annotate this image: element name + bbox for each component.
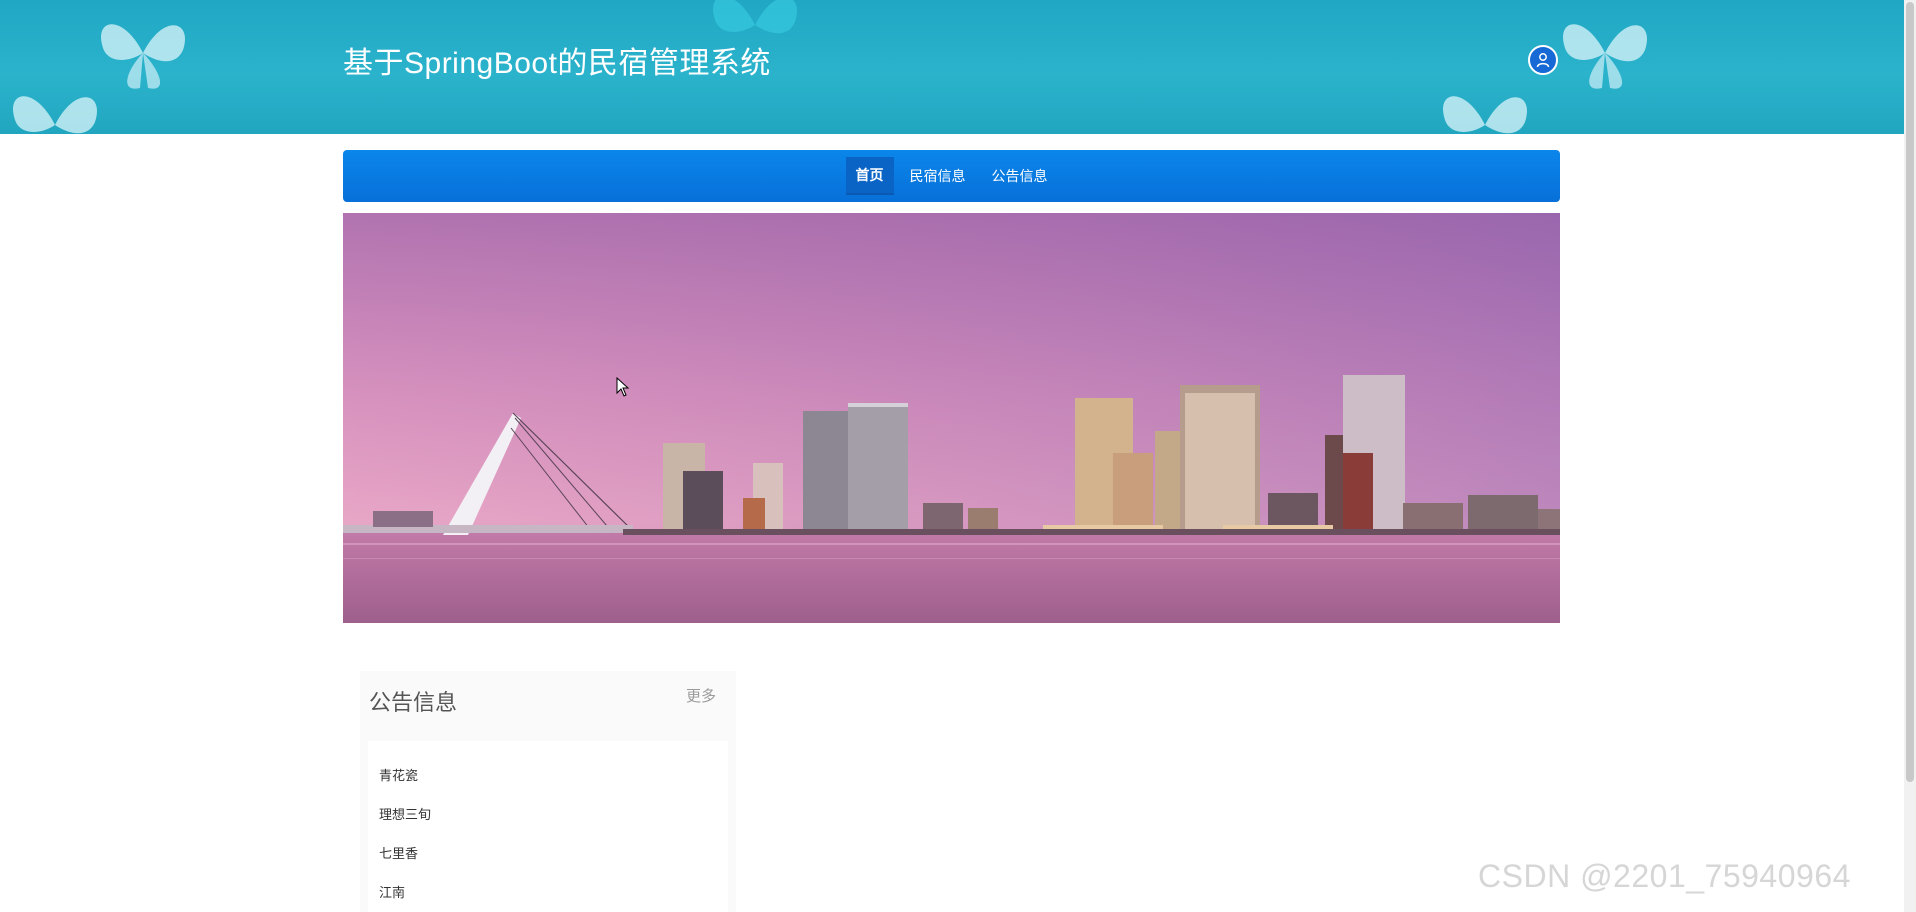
- city-skyline-banner-image: [343, 213, 1560, 623]
- notice-list-item[interactable]: 七里香: [379, 843, 418, 862]
- nav-item-notice-info[interactable]: 公告信息: [982, 158, 1058, 194]
- site-header: 基于SpringBoot的民宿管理系统: [0, 0, 1904, 134]
- notice-list-item[interactable]: 江南: [379, 882, 405, 901]
- scrollbar-thumb[interactable]: [1906, 2, 1914, 782]
- nav-item-home[interactable]: 首页: [845, 157, 894, 195]
- page-scrollbar[interactable]: [1904, 0, 1916, 912]
- notice-panel: 公告信息 更多 青花瓷 理想三旬 七里香 江南: [360, 671, 736, 912]
- notice-more-link[interactable]: 更多: [686, 685, 716, 706]
- mouse-cursor-icon: [616, 377, 630, 397]
- butterfly-decoration-icon: [13, 96, 97, 134]
- nav-item-homestay-info[interactable]: 民宿信息: [900, 158, 976, 194]
- user-avatar-icon[interactable]: [1528, 45, 1558, 75]
- notice-panel-title: 公告信息: [369, 690, 458, 715]
- site-title: 基于SpringBoot的民宿管理系统: [343, 47, 771, 80]
- notice-list-item[interactable]: 青花瓷: [379, 765, 418, 784]
- csdn-watermark: CSDN @2201_75940964: [1478, 858, 1851, 894]
- notice-panel-header: 公告信息 更多: [360, 671, 736, 737]
- butterfly-decoration-icon: [1563, 24, 1647, 89]
- notice-list: 青花瓷 理想三旬 七里香 江南: [368, 741, 728, 912]
- user-icon: [1536, 53, 1550, 68]
- main-navbar: 首页 民宿信息 公告信息: [343, 150, 1560, 202]
- page: 基于SpringBoot的民宿管理系统 首页 民宿信息 公告信息 公告信息 更多…: [0, 0, 1916, 912]
- hero-banner[interactable]: [343, 213, 1560, 623]
- notice-list-item[interactable]: 理想三旬: [379, 804, 431, 823]
- butterfly-decoration-icon: [1443, 96, 1527, 134]
